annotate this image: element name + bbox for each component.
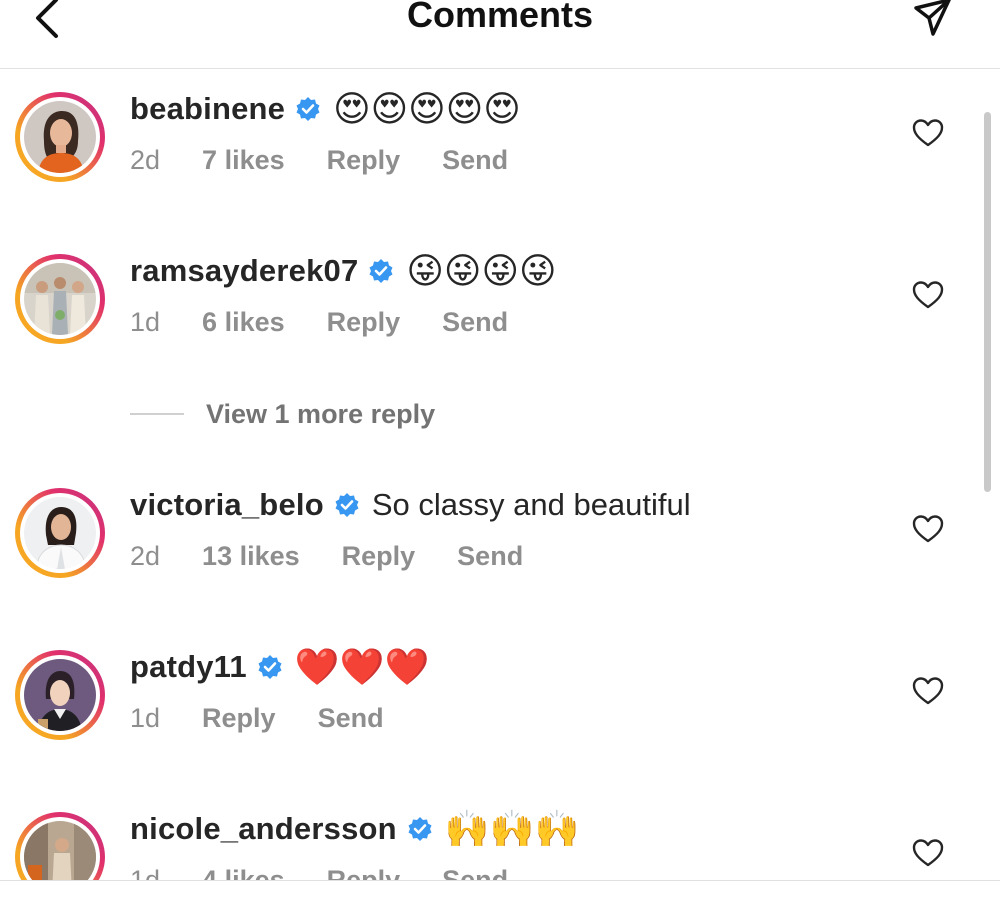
avatar-group-photo-image (24, 263, 96, 335)
verified-badge-icon (369, 259, 393, 283)
comment-username[interactable]: patdy11 (130, 649, 247, 685)
comment-item: ramsayderek07 😜😜😜😜 1d 6 likes Reply Send (0, 246, 1000, 386)
comment-text: ❤️❤️❤️ (294, 646, 430, 687)
avatar[interactable] (15, 812, 105, 880)
comment-item: nicole_andersson 🙌🙌🙌 1d 4 likes Reply Se… (0, 804, 1000, 880)
comment-item: beabinene 😍😍😍😍😍 2d 7 likes Reply Send (0, 84, 1000, 224)
comment-time: 1d (130, 702, 161, 733)
avatar-cartoon-portrait-image (24, 659, 96, 731)
view-more-replies-label: View 1 more reply (206, 398, 436, 429)
send-button[interactable]: Send (442, 307, 508, 338)
reply-button[interactable]: Reply (327, 145, 401, 176)
like-heart-icon[interactable] (912, 676, 944, 706)
reply-button[interactable]: Reply (327, 865, 401, 881)
comment-username[interactable]: victoria_belo (130, 487, 324, 523)
reply-button[interactable]: Reply (342, 541, 416, 572)
send-paper-plane-icon[interactable] (912, 0, 952, 40)
avatar[interactable] (15, 650, 105, 740)
comment-text: 😜😜😜😜 (406, 250, 557, 291)
likes-count-link[interactable]: 4 likes (202, 865, 285, 881)
comment-item: victoria_belo So classy and beautiful 2d… (0, 480, 1000, 620)
avatar-street-photo-image (24, 821, 96, 880)
header-bar: Comments (0, 0, 1000, 69)
comment-username[interactable]: ramsayderek07 (130, 253, 358, 289)
like-heart-icon[interactable] (912, 514, 944, 544)
verified-badge-icon (335, 493, 359, 517)
comment-text: 😍😍😍😍😍 (333, 88, 521, 129)
verified-badge-icon (408, 817, 432, 841)
verified-badge-icon (296, 97, 320, 121)
comments-list: beabinene 😍😍😍😍😍 2d 7 likes Reply Send ra… (0, 70, 1000, 880)
reply-thread-line (130, 413, 184, 415)
avatar[interactable] (15, 488, 105, 578)
verified-badge-icon (258, 655, 282, 679)
send-button[interactable]: Send (318, 703, 384, 734)
scrollbar-thumb[interactable] (984, 112, 991, 492)
bottom-divider (0, 880, 1000, 905)
avatar-woman-white-coat-image (24, 497, 96, 569)
like-heart-icon[interactable] (912, 280, 944, 310)
like-heart-icon[interactable] (912, 838, 944, 868)
send-button[interactable]: Send (457, 541, 523, 572)
comment-time: 1d (130, 306, 161, 337)
page-title: Comments (406, 0, 594, 35)
view-more-replies-button[interactable]: View 1 more reply (130, 394, 435, 434)
avatar[interactable] (15, 254, 105, 344)
likes-count-link[interactable]: 13 likes (202, 541, 300, 572)
comment-text: So classy and beautiful (371, 487, 691, 522)
comment-time: 2d (130, 144, 161, 175)
send-button[interactable]: Send (442, 865, 508, 881)
comment-item: patdy11 ❤️❤️❤️ 1d Reply Send (0, 642, 1000, 782)
comment-text: 🙌🙌🙌 (444, 808, 580, 849)
send-button[interactable]: Send (442, 145, 508, 176)
like-heart-icon[interactable] (912, 118, 944, 148)
avatar[interactable] (15, 92, 105, 182)
reply-button[interactable]: Reply (202, 703, 276, 734)
likes-count-link[interactable]: 7 likes (202, 145, 285, 176)
comment-time: 2d (130, 540, 161, 571)
reply-button[interactable]: Reply (327, 307, 401, 338)
comment-time: 1d (130, 864, 161, 881)
avatar-woman-orange-top-image (24, 101, 96, 173)
comment-username[interactable]: beabinene (130, 91, 285, 127)
comment-username[interactable]: nicole_andersson (130, 811, 397, 847)
likes-count-link[interactable]: 6 likes (202, 307, 285, 338)
